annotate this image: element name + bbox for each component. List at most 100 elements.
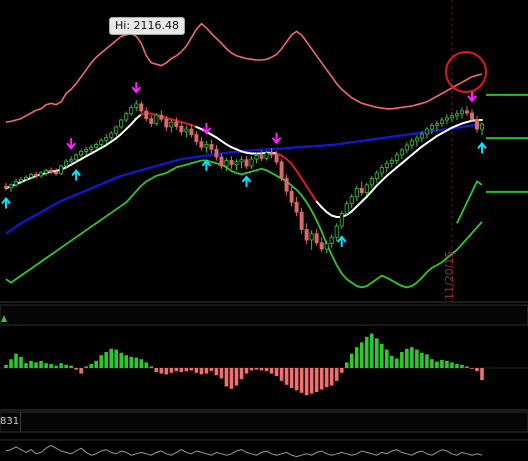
candle-body	[54, 171, 59, 175]
histogram-bar	[199, 368, 204, 375]
candle-body	[169, 121, 174, 128]
candle-body	[474, 118, 479, 130]
candle-body	[129, 107, 134, 115]
candle-body	[64, 160, 69, 167]
histogram-bar	[49, 364, 53, 368]
candle-body	[284, 178, 289, 192]
histogram-bar	[339, 368, 344, 373]
candle-body	[109, 132, 114, 138]
histogram-bar	[84, 366, 88, 368]
candle-body	[149, 118, 154, 124]
histogram-bar	[219, 368, 224, 379]
candle-body	[94, 144, 99, 148]
candle-body	[29, 174, 34, 178]
candle-body	[274, 154, 279, 163]
candle-body	[389, 160, 394, 164]
histogram-bar	[415, 349, 419, 368]
histogram-bar	[244, 368, 249, 374]
histogram-bar	[114, 349, 119, 368]
histogram-bar	[134, 357, 139, 368]
candle-body	[399, 149, 404, 156]
candle-body	[329, 236, 334, 244]
candle-body	[214, 148, 219, 158]
candle-body	[234, 161, 239, 166]
chart-canvas	[0, 0, 528, 461]
candle-body	[154, 114, 159, 124]
candle-body	[419, 133, 424, 139]
histogram-bar	[374, 338, 379, 368]
candle-body	[259, 155, 264, 159]
histogram-bar	[94, 360, 98, 368]
histogram-bar	[400, 352, 404, 368]
candle-body	[164, 118, 169, 128]
candle-body	[39, 172, 44, 177]
candle-body	[184, 128, 189, 133]
candle-body	[119, 119, 124, 128]
histogram-bar	[224, 368, 229, 387]
histogram-bar	[369, 333, 374, 368]
candle-body	[4, 185, 9, 189]
candle-body	[304, 229, 309, 241]
candle-body	[179, 125, 184, 133]
histogram-bar	[124, 355, 129, 368]
histogram-bar	[104, 352, 109, 368]
histogram-bar	[74, 368, 78, 370]
candle-body	[349, 196, 354, 205]
candle-body	[49, 169, 54, 173]
histogram-bar	[99, 355, 103, 368]
histogram-bar	[159, 368, 164, 374]
candle-body	[344, 203, 349, 214]
indicator-readout: 831	[0, 416, 20, 427]
vertical-date-label: 11/20/15	[443, 250, 456, 300]
histogram-bar	[349, 353, 354, 368]
histogram-bar	[314, 368, 319, 392]
candle-body	[384, 162, 389, 168]
candle-body	[249, 158, 254, 167]
candle-body	[69, 159, 74, 162]
histogram-bar	[324, 368, 329, 388]
histogram-bar	[39, 360, 43, 368]
candle-body	[59, 165, 64, 175]
histogram-bar	[239, 368, 244, 380]
histogram-bar	[475, 368, 479, 372]
histogram-bar	[435, 361, 439, 368]
candle-body	[204, 144, 209, 148]
candle-body	[279, 161, 284, 180]
histogram-bar	[4, 364, 8, 368]
histogram-bar	[169, 368, 174, 373]
candle-body	[264, 152, 269, 159]
histogram-bar	[405, 348, 409, 368]
histogram-bar	[179, 368, 184, 372]
histogram-bar	[364, 336, 369, 368]
candle-body	[139, 103, 144, 112]
candle-body	[454, 113, 459, 117]
histogram-bar	[139, 359, 144, 368]
histogram-bar	[9, 359, 13, 368]
histogram-bar	[144, 362, 149, 368]
histogram-bar	[269, 368, 274, 374]
histogram-bar	[149, 366, 154, 368]
candle-body	[124, 113, 129, 121]
candle-body	[84, 148, 89, 152]
histogram-bar	[379, 344, 384, 368]
candle-body	[444, 117, 449, 121]
histogram-bar	[259, 368, 264, 371]
candle-body	[294, 201, 299, 213]
candle-body	[369, 178, 374, 186]
candle-body	[44, 169, 49, 174]
candle-body	[459, 110, 464, 115]
candle-body	[434, 123, 439, 126]
candle-body	[374, 172, 379, 180]
histogram-bar	[440, 360, 444, 368]
candle-body	[189, 128, 194, 136]
candle-body	[134, 103, 139, 108]
histogram-bar	[425, 354, 429, 368]
candle-body	[14, 180, 19, 186]
histogram-bar	[264, 368, 269, 372]
high-price-label: Hi: 2116.48	[109, 17, 186, 35]
histogram-bar	[289, 368, 294, 388]
candle-body	[229, 160, 234, 166]
histogram-bar	[29, 360, 33, 368]
histogram-bar	[249, 368, 254, 371]
histogram-bar	[299, 368, 304, 393]
